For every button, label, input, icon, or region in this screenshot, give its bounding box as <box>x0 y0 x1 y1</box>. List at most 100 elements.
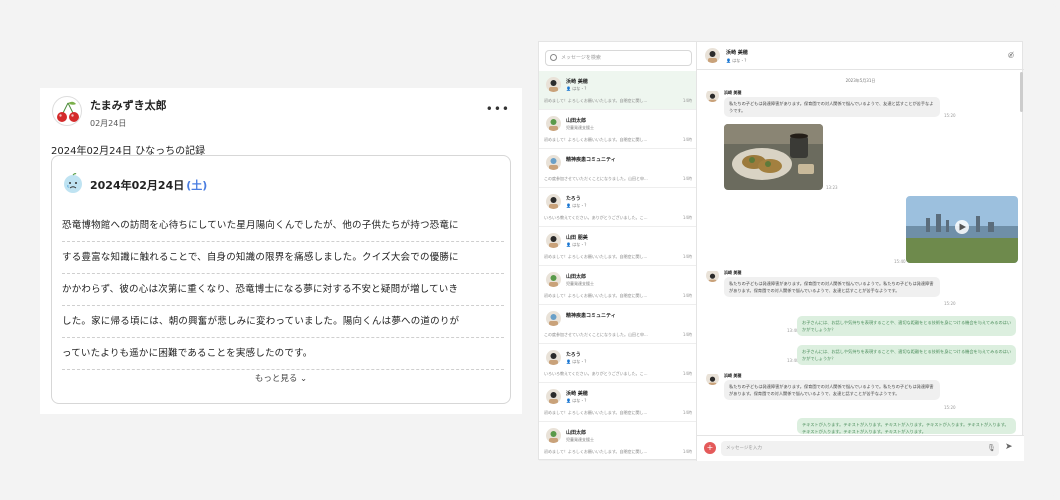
conversation-time: 14時 <box>682 215 692 220</box>
conversation-preview: 初めまして！よろしくお願いいたします。自閉症に関し... <box>544 449 648 454</box>
entry-line: 恐竜博物館への訪問を心待ちにしていた星月陽向くんでしたが、他の子供たちが持つ恐竜… <box>62 210 504 242</box>
conversation-item[interactable]: 浜崎 美穂 👤 はな・? 初めまして！よろしくお願いいたします。自閉症に関し... 1… <box>539 71 696 110</box>
conversation-preview: 初めまして！よろしくお願いいたします。自閉症に関し... <box>544 410 648 415</box>
send-icon[interactable]: ➤ <box>1005 442 1013 452</box>
search-input[interactable]: メッセージを検索 <box>545 50 692 66</box>
mic-icon[interactable]: 🎙 <box>987 444 996 452</box>
conversation-name: 山田 朋美 <box>566 235 588 241</box>
sender-name: 浜崎 美穂 <box>724 90 742 95</box>
message-bubble: お子さんには、お話しや気持ちを表現することや、適切な距離をとる技術を身につける機… <box>797 316 1016 336</box>
eye-off-icon[interactable]: ◎̸ <box>1008 51 1014 59</box>
chat-panel: 浜崎 美穂 👤 はな・? ◎̸ 2023年5月31日 浜崎 美穂 私たちの子ども… <box>697 42 1024 461</box>
chat-contact-name: 浜崎 美穂 <box>726 50 748 56</box>
message-time: 13:23 <box>826 185 838 190</box>
conversation-sub: 👤 はな・? <box>566 398 587 403</box>
avatar <box>546 155 561 170</box>
search-placeholder: メッセージを検索 <box>561 55 601 61</box>
diary-header: たまみずき太郎 02月24日 ••• <box>52 96 512 130</box>
chat-header: 浜崎 美穂 👤 はな・? ◎̸ <box>697 42 1024 70</box>
conversation-item[interactable]: 山田 朋美 👤 はな・? 初めまして！よろしくお願いいたします。自閉症に関し... 1… <box>539 227 696 266</box>
conversation-time: 14時 <box>682 176 692 181</box>
avatar <box>546 311 561 326</box>
conversation-preview: いろいろ教えてください。ありがとうございました。こ... <box>544 215 648 220</box>
entry-line: する豊富な知識に触れることで、自身の知識の限界を痛感しました。クイズ大会での優勝… <box>62 242 504 274</box>
entry-line: っていたよりも遥かに困難であることを実感したのです。 <box>62 338 504 370</box>
conversation-item[interactable]: 浜崎 美穂 👤 はな・? 初めまして！よろしくお願いいたします。自閉症に関し... 1… <box>539 383 696 422</box>
conversation-item[interactable]: 山田太郎 児童発達支援士 初めまして！よろしくお願いいたします。自閉症に関し... 1… <box>539 266 696 305</box>
conversation-preview: 初めまして！よろしくお願いいたします。自閉症に関し... <box>544 137 648 142</box>
conversation-name: 浜崎 美穂 <box>566 391 588 397</box>
diary-entry: 2024年02月24日 (土) 恐竜博物館への訪問を心待ちにしていた星月陽向くんで… <box>51 155 511 404</box>
entry-body: 恐竜博物館への訪問を心待ちにしていた星月陽向くんでしたが、他の子供たちが持つ恐竜… <box>62 210 504 370</box>
entry-date: 2024年02月24日 (土) <box>90 177 207 193</box>
conversation-item[interactable]: 山田太郎 児童発達支援士初めまして！よろしくお願いいたします。自閉症に関し... 1… <box>539 110 696 149</box>
day-separator: 2023年5月31日 <box>845 78 876 83</box>
message-input[interactable]: メッセージを入力 <box>721 441 999 456</box>
conversation-sub: 👤 はな・? <box>566 203 587 208</box>
cherry-avatar[interactable] <box>52 96 82 126</box>
avatar <box>546 233 561 248</box>
conversation-item[interactable]: 山田太郎 児童発達支援士 初めまして！よろしくお願いいたします。自閉症に関し... 1… <box>539 422 696 461</box>
post-date: 02月24日 <box>90 119 127 128</box>
conversation-name: 浜崎 美穂 <box>566 79 588 85</box>
plus-icon[interactable]: + <box>704 442 716 454</box>
avatar[interactable] <box>705 48 720 63</box>
conversation-name: 山田太郎 <box>566 274 587 280</box>
conversation-item[interactable]: たろう 👤 はな・? いろいろ教えてください。ありがとうございました。こ... 14時 <box>539 188 696 227</box>
conversation-item[interactable]: 精神疾患コミュニティ この度参加させていただくことになりました。山田と申... 14… <box>539 149 696 188</box>
message-bubble: 私たちの子どもは発達障害があります。保育園での対人関係で悩んでいるようで、友達と… <box>724 97 940 117</box>
message-time: 15:20 <box>944 301 956 306</box>
avatar <box>546 77 561 92</box>
messenger-app: メッセージを検索 浜崎 美穂 👤 はな・? 初めまして！よろしくお願いいたします。自… <box>538 41 1024 461</box>
conversation-preview: いろいろ教えてください。ありがとうございました。こ... <box>544 371 648 376</box>
avatar <box>546 194 561 209</box>
sender-name: 浜崎 美穂 <box>724 373 742 378</box>
avatar <box>546 350 561 365</box>
search-icon <box>550 54 557 61</box>
author-name: たまみずき太郎 <box>90 99 167 112</box>
message-composer: + メッセージを入力 🎙 ➤ <box>697 435 1024 461</box>
read-more-link[interactable]: もっと見る ⌄ <box>52 372 510 384</box>
conversation-sub: 児童発達支援士 <box>566 437 594 442</box>
message-bubble: お子さんには、お話しや気持ちを表現することや、適切な距離をとる技術を身につける機… <box>797 345 1016 365</box>
more-horizontal-icon[interactable]: ••• <box>486 102 510 116</box>
conversation-sub: 👤 はな・? <box>566 242 587 247</box>
message-time: 15:20 <box>944 113 956 118</box>
avatar <box>546 389 561 404</box>
sender-name: 浜崎 美穂 <box>724 270 742 275</box>
message-bubble: テキストが入ります。テキストが入ります。テキストが入ります。テキストが入ります。… <box>797 418 1016 434</box>
diary-card: たまみずき太郎 02月24日 ••• 2024年02月24日 ひなっちの記録 2… <box>40 88 522 414</box>
entry-day-of-week: (土) <box>186 179 208 192</box>
conversation-preview: この度参加させていただくことになりました。山田と申... <box>544 332 648 337</box>
avatar[interactable] <box>706 372 719 385</box>
avatar[interactable] <box>706 89 719 102</box>
conversation-name: たろう <box>566 196 581 202</box>
conversation-sub: 👤 はな・? <box>566 359 587 364</box>
conversation-name: 山田太郎 <box>566 118 587 124</box>
avatar[interactable] <box>706 269 719 282</box>
chat-contact-sub: 👤 はな・? <box>726 58 747 63</box>
conversation-preview: 初めまして！よろしくお願いいたします。自閉症に関し... <box>544 293 648 298</box>
avatar <box>546 272 561 287</box>
message-bubble: 私たちの子どもは発達障害があります。保育園での対人関係で悩んでいるようで。私たち… <box>724 380 940 400</box>
conversation-name: たろう <box>566 352 581 358</box>
conversation-time: 14時 <box>682 137 692 142</box>
message-time: 15:40 <box>894 259 906 264</box>
conversation-sub: 児童発達支援士 <box>566 125 594 130</box>
message-time: 15:20 <box>944 405 956 410</box>
conversation-item[interactable]: たろう 👤 はな・? いろいろ教えてください。ありがとうございました。こ... 14時 <box>539 344 696 383</box>
entry-line: かかわらず、彼の心は次第に重くなり、恐竜博士になる夢に対する不安と疑問が増してい… <box>62 274 504 306</box>
city-video-thumbnail[interactable] <box>906 196 1018 263</box>
conversation-sub: 児童発達支援士 <box>566 281 594 286</box>
food-photo[interactable] <box>724 124 823 190</box>
conversation-sub: 👤 はな・? <box>566 86 587 91</box>
conversation-item[interactable]: 精神疾患コミュニティ この度参加させていただくことになりました。山田と申... 14… <box>539 305 696 344</box>
conversation-name: 精神疾患コミュニティ <box>566 313 616 319</box>
conversation-preview: 初めまして！よろしくお願いいたします。自閉症に関し... <box>544 98 648 103</box>
avatar <box>546 116 561 131</box>
message-bubble: 私たちの子どもは発達障害があります。保育園での対人関係で悩んでいるようで。私たち… <box>724 277 940 297</box>
conversation-time: 14時 <box>682 371 692 376</box>
conversation-time: 14時 <box>682 98 692 103</box>
conversation-time: 14時 <box>682 410 692 415</box>
conversation-name: 精神疾患コミュニティ <box>566 157 616 163</box>
